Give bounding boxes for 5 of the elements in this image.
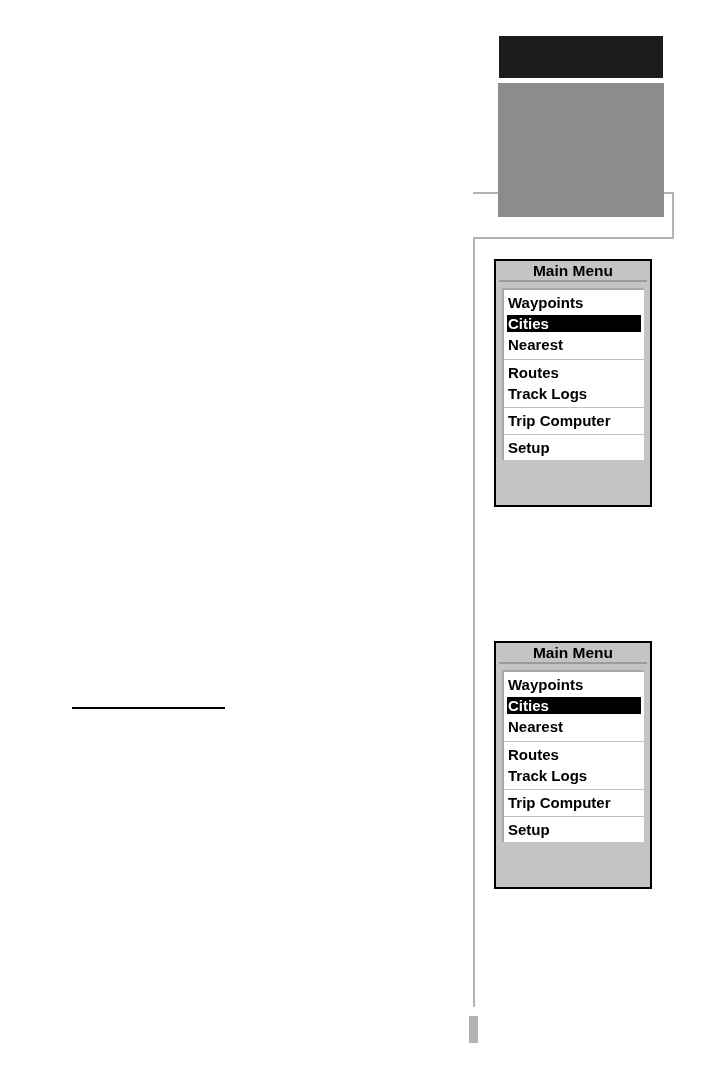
menu-title: Main Menu (531, 261, 615, 280)
page-marker (469, 1016, 478, 1043)
menu-item[interactable]: Cities (507, 315, 641, 332)
menu-title: Main Menu (531, 643, 615, 662)
menu-item[interactable]: Cities (507, 697, 641, 714)
